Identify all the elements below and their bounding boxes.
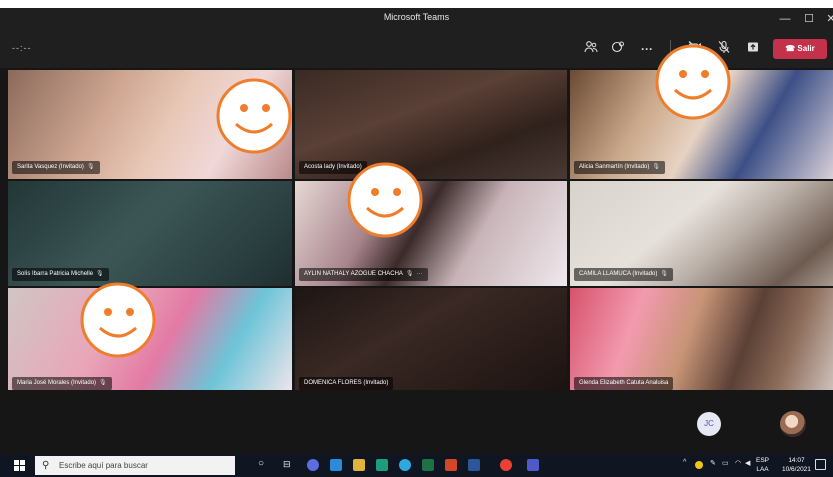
participant-name: AYLIN NATHALY AZOGUE CHACHA	[304, 271, 403, 277]
maximize-button[interactable]: ☐	[800, 11, 818, 27]
avatar[interactable]: JC	[697, 412, 721, 436]
mic-off-icon: 🎙	[652, 164, 660, 170]
clock-time: 14:07	[788, 457, 805, 464]
chat-icon[interactable]	[609, 40, 627, 58]
system-clock[interactable]: 14:07 10/6/2021	[782, 456, 811, 474]
participant-name-label: Maria José Morales (Invitado) 🎙	[12, 377, 112, 390]
participant-name: Solís Ibarra Patricia Michelle	[17, 271, 94, 277]
mic-off-icon: 🎙	[86, 164, 95, 170]
browser-icon[interactable]	[307, 459, 319, 471]
participant-name: Alicia Sanmartín (Invitado)	[579, 164, 650, 170]
mic-off-icon: 🎙	[405, 271, 414, 277]
cortana-icon[interactable]: ○	[258, 458, 264, 469]
edge-icon[interactable]	[399, 459, 411, 471]
mic-off-icon: 🎙	[99, 380, 107, 386]
participant-name: Sarita Vasquez (Invitado)	[17, 164, 84, 170]
smiley-face-sticker	[347, 162, 423, 238]
search-icon: ⚲	[42, 460, 50, 471]
participant-tile[interactable]: AYLIN NATHALY AZOGUE CHACHA 🎙 ···	[295, 181, 567, 286]
keyboard-layout: LAA	[756, 466, 769, 473]
windows-taskbar: ⚲ Escribe aquí para buscar ○ ⊟ ^ ✎ ▭ ◠ ◀ …	[0, 454, 833, 477]
teams-icon[interactable]	[527, 459, 539, 471]
overflow-participants-bar: JC	[0, 390, 833, 454]
participant-tile[interactable]: Acosta lady (Invitado)	[295, 70, 567, 179]
task-view-icon[interactable]: ⊟	[283, 459, 291, 470]
participant-name: Maria José Morales (Invitado)	[17, 380, 97, 386]
powerpoint-icon[interactable]	[445, 459, 457, 471]
self-video-avatar[interactable]	[780, 411, 806, 437]
chevron-up-icon[interactable]: ^	[683, 459, 686, 466]
more-options-icon[interactable]: ···	[417, 271, 423, 277]
smiley-face-sticker	[655, 44, 731, 120]
participant-tile[interactable]: Glenda Elizabeth Catuta Analuisa	[570, 288, 833, 395]
wifi-icon[interactable]: ◠	[735, 459, 741, 467]
battery-icon[interactable]: ▭	[722, 459, 729, 467]
notification-app-icon[interactable]	[695, 461, 703, 469]
word-icon[interactable]	[468, 459, 480, 471]
participant-name-label: Glenda Elizabeth Catuta Analuisa	[574, 377, 674, 390]
taskbar-search-box[interactable]: ⚲ Escribe aquí para buscar	[35, 456, 235, 475]
windows-start-icon[interactable]	[14, 460, 26, 472]
more-options-icon[interactable]: ···	[638, 40, 656, 58]
participant-name: DOMENICA FLORES (Invitado)	[304, 380, 389, 386]
participant-name-label: CAMILA LLAMUCA (Invitado) 🎙	[574, 268, 673, 281]
participant-tile[interactable]: CAMILA LLAMUCA (Invitado) 🎙	[570, 181, 833, 286]
mic-off-icon: 🎙	[96, 271, 104, 277]
phone-hangup-icon: ☎	[785, 44, 798, 53]
participant-tile[interactable]: DOMENICA FLORES (Invitado)	[295, 288, 567, 395]
volume-icon[interactable]: ◀	[745, 459, 750, 467]
participant-name-label: Alicia Sanmartín (Invitado) 🎙	[574, 161, 665, 174]
participant-name-label: DOMENICA FLORES (Invitado)	[299, 377, 394, 390]
participant-name-label: Solís Ibarra Patricia Michelle 🎙	[12, 268, 109, 281]
language-indicator[interactable]: ESP LAA	[756, 456, 769, 474]
participant-name: Glenda Elizabeth Catuta Analuisa	[579, 380, 669, 386]
file-explorer-icon[interactable]	[353, 459, 365, 471]
mail-icon[interactable]	[330, 459, 342, 471]
participant-tile[interactable]: Solís Ibarra Patricia Michelle 🎙	[8, 181, 292, 286]
share-screen-icon[interactable]	[744, 40, 762, 58]
mic-off-icon: 🎙	[660, 271, 668, 277]
people-icon[interactable]	[582, 40, 600, 58]
teams-screen: Microsoft Teams — ☐ ✕ --:-- ··· ☎ Salir	[0, 0, 833, 477]
language-code: ESP	[756, 457, 770, 464]
search-placeholder: Escribe aquí para buscar	[59, 461, 148, 470]
minimize-button[interactable]: —	[776, 11, 794, 27]
smiley-face-sticker	[216, 78, 292, 154]
close-button[interactable]: ✕	[822, 11, 833, 27]
store-icon[interactable]	[376, 459, 388, 471]
pen-icon[interactable]: ✎	[710, 459, 716, 467]
smiley-face-sticker	[80, 282, 156, 358]
window-title: Microsoft Teams	[383, 12, 450, 22]
excel-icon[interactable]	[422, 459, 434, 471]
participant-name: CAMILA LLAMUCA (Invitado)	[579, 271, 658, 277]
participant-name-label: Sarita Vasquez (Invitado) 🎙	[12, 161, 100, 174]
clock-date: 10/6/2021	[782, 466, 811, 473]
title-bar: Microsoft Teams — ☐ ✕	[0, 8, 833, 30]
meeting-timer: --:--	[12, 43, 32, 53]
leave-label: Salir	[797, 44, 815, 53]
chrome-icon[interactable]	[500, 459, 512, 471]
action-center-icon[interactable]	[815, 459, 826, 470]
leave-button[interactable]: ☎ Salir	[773, 39, 827, 59]
participant-name-label: AYLIN NATHALY AZOGUE CHACHA 🎙 ···	[299, 268, 428, 281]
